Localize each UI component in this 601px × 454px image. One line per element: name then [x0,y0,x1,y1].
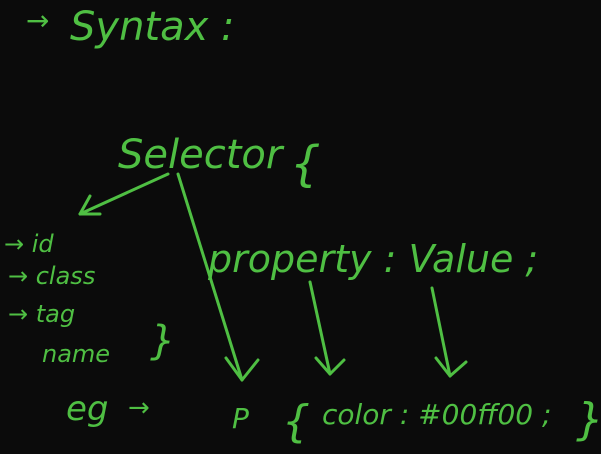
selector-type-id: → id [4,230,54,258]
selector-type-class: → class [8,262,95,290]
example-selector-p: P [232,402,249,435]
selector-types-brace: } [150,318,175,364]
example-label: eg [66,389,109,429]
rule-declaration: property : Value ; [207,237,538,281]
example-arrow: → [128,393,150,423]
handwritten-note-canvas: → Syntax : Selector { property : Value ;… [0,0,601,454]
arrow-head-value-to-hex [434,356,468,378]
example-declaration: color : #00ff00 ; [322,398,551,431]
selector-type-name: name [42,340,110,368]
example-close-brace: } [576,394,601,445]
heading-arrow: → [26,4,49,37]
example-open-brace: { [282,396,310,447]
arrow-to-selector-types [78,172,170,216]
handwritten-notes: → Syntax : Selector { property : Value ;… [4,4,601,447]
arrow-property-to-color [308,280,332,376]
selector-type-tag: → tag [8,300,75,328]
rule-selector: Selector [118,132,285,178]
rule-open-brace: { [290,136,321,192]
heading-syntax: Syntax : [70,4,234,50]
